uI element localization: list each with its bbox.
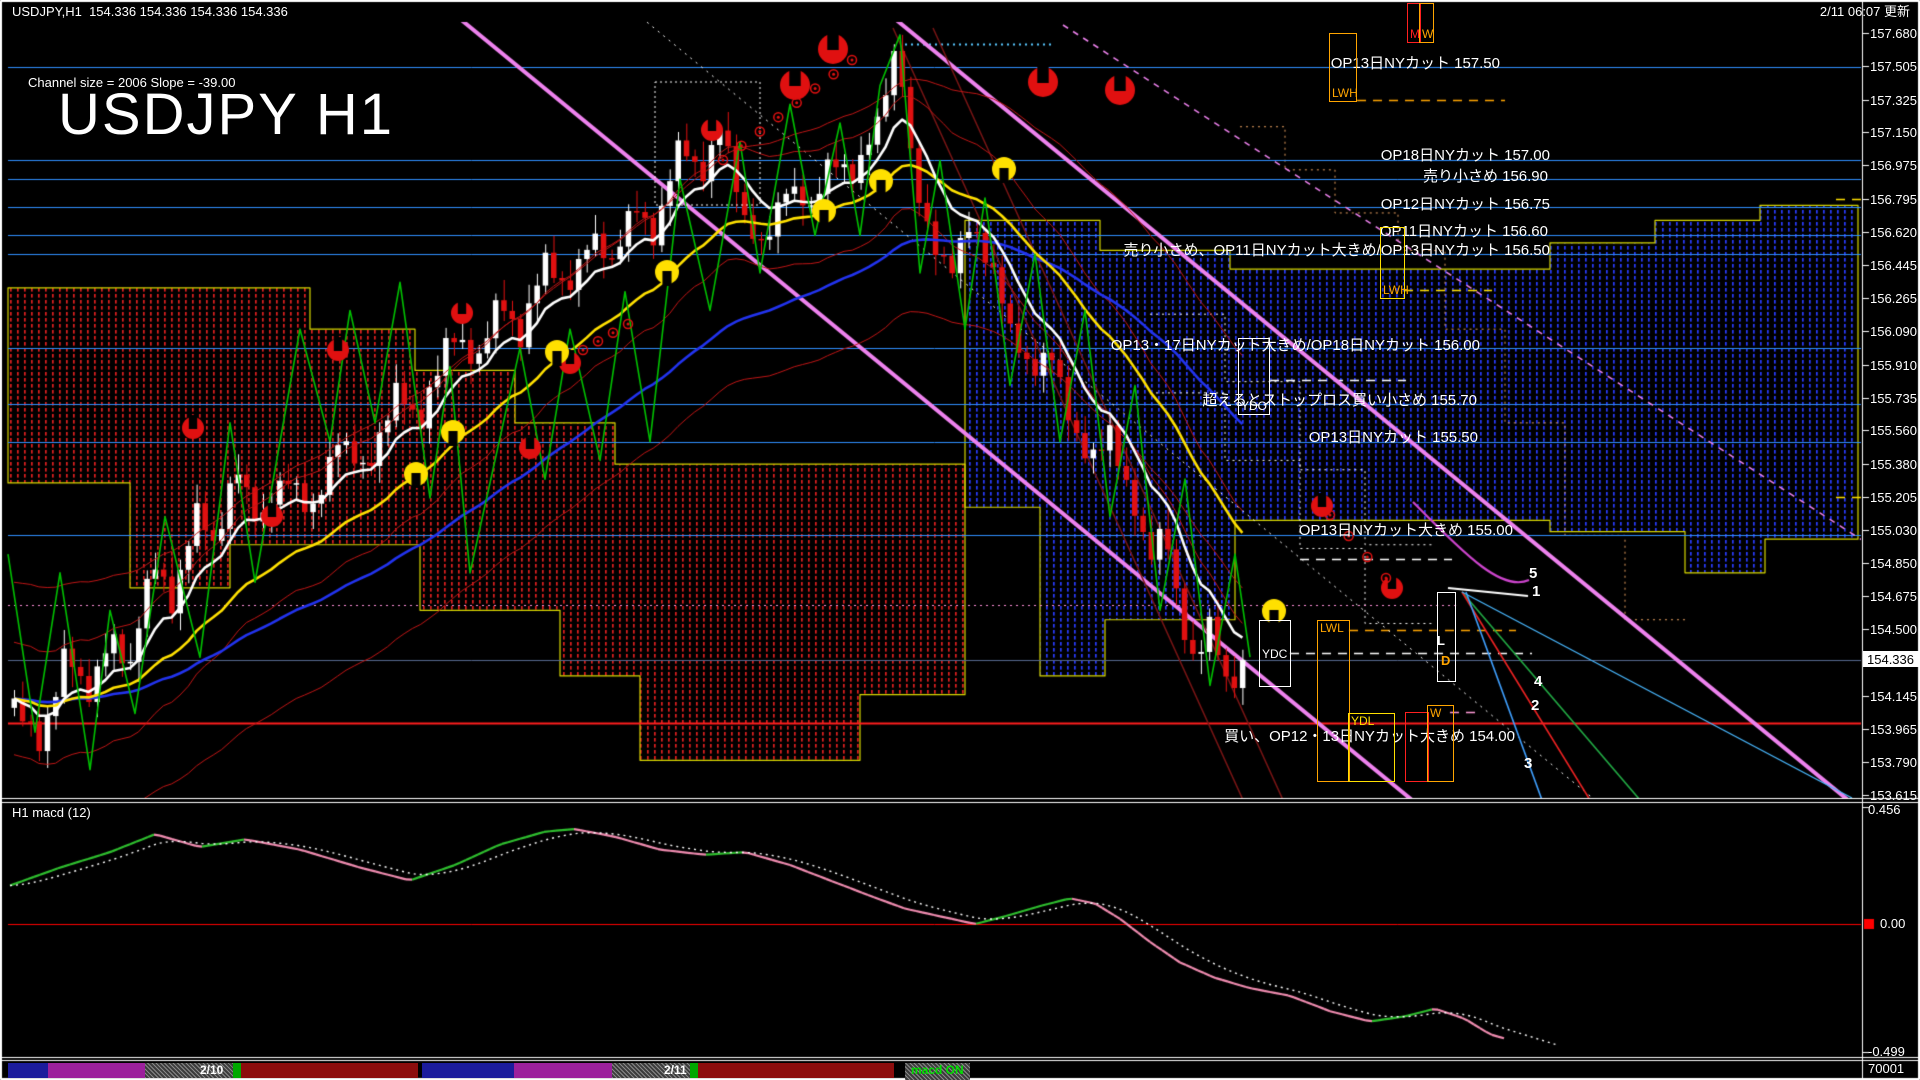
level-annotation: OP11日NYカット 156.60 bbox=[1380, 224, 1548, 239]
price-axis-label: 155.560 bbox=[1870, 424, 1917, 437]
price-axis-label: 154.675 bbox=[1870, 590, 1917, 603]
price-axis-label: 157.325 bbox=[1870, 94, 1917, 107]
session-letter-label: L bbox=[1437, 634, 1445, 647]
price-axis-label: 153.790 bbox=[1870, 756, 1917, 769]
session-range-box: W bbox=[1427, 705, 1454, 782]
session-range-box: LWH bbox=[1380, 227, 1405, 299]
timeline-period-segment bbox=[233, 1063, 241, 1078]
update-timestamp: 2/11 06:07 更新 bbox=[1820, 5, 1910, 18]
level-annotation: OP13日NYカット大きめ 155.00 bbox=[1299, 523, 1513, 538]
price-axis-label: 156.090 bbox=[1870, 325, 1917, 338]
price-axis-label: 156.795 bbox=[1870, 193, 1917, 206]
macd-axis-max: 0.456 bbox=[1868, 803, 1901, 816]
terminal-window: USDJPY,H1 154.336 154.336 154.336 154.33… bbox=[0, 0, 1920, 1080]
timeline-period-segment bbox=[514, 1063, 612, 1078]
timeline-period-segment bbox=[48, 1063, 145, 1078]
session-box-label: YDL bbox=[1351, 715, 1374, 727]
macd-axis-min: -0.499 bbox=[1868, 1045, 1905, 1058]
session-letter-label: D bbox=[1441, 654, 1450, 667]
session-range-box: YDC bbox=[1259, 620, 1291, 687]
macd-indicator-label: H1 macd (12) bbox=[12, 806, 91, 819]
timeline-period-segment bbox=[8, 1063, 48, 1078]
level-annotation: 売り小さめ、OP11日NYカット大きめ/OP13日NYカット 156.50 bbox=[1124, 243, 1551, 258]
price-axis-label: 155.735 bbox=[1870, 392, 1917, 405]
session-range-box: W bbox=[1419, 3, 1434, 43]
session-box-label: LWH bbox=[1383, 284, 1409, 296]
current-price-badge: 154.336 bbox=[1863, 651, 1920, 667]
price-axis-label: 156.445 bbox=[1870, 259, 1917, 272]
projection-number-label: 1 bbox=[1532, 584, 1540, 599]
price-axis-label: 155.205 bbox=[1870, 491, 1917, 504]
projection-number-label: 5 bbox=[1529, 566, 1537, 581]
bar-count-label: 70001 bbox=[1868, 1062, 1904, 1075]
level-annotation: OP13・17日NYカット大きめ/OP18日NYカット 156.00 bbox=[1111, 338, 1480, 353]
price-axis-label: 157.150 bbox=[1870, 126, 1917, 139]
price-axis-label: 155.910 bbox=[1870, 359, 1917, 372]
macd-axis-zero: 0.00 bbox=[1880, 917, 1905, 930]
symbol-ohlc-readout: USDJPY,H1 154.336 154.336 154.336 154.33… bbox=[12, 5, 288, 18]
level-annotation: OP18日NYカット 157.00 bbox=[1381, 148, 1550, 163]
timeline-period-segment bbox=[690, 1063, 698, 1078]
price-axis-label: 156.620 bbox=[1870, 226, 1917, 239]
session-range-box bbox=[1405, 712, 1429, 782]
price-axis-label: 157.680 bbox=[1870, 27, 1917, 40]
level-annotation: OP12日NYカット 156.75 bbox=[1381, 197, 1550, 212]
timeline-period-segment bbox=[241, 1063, 418, 1078]
price-axis-label: 156.975 bbox=[1870, 159, 1917, 172]
level-annotation: 売り小さめ 156.90 bbox=[1423, 169, 1548, 184]
price-axis-label: 156.265 bbox=[1870, 292, 1917, 305]
session-box-label: LWH bbox=[1332, 87, 1358, 99]
chart-canvas[interactable] bbox=[0, 0, 1920, 1080]
level-annotation: OP13日NYカット 155.50 bbox=[1309, 430, 1478, 445]
timeline-date-label: 2/11 bbox=[664, 1064, 687, 1076]
projection-number-label: 2 bbox=[1531, 698, 1539, 713]
session-range-box: YDO bbox=[1238, 338, 1270, 415]
price-axis-label: 154.145 bbox=[1870, 690, 1917, 703]
price-axis-label: 154.850 bbox=[1870, 557, 1917, 570]
price-axis-label: 155.030 bbox=[1870, 524, 1917, 537]
session-box-label: LWL bbox=[1320, 622, 1344, 634]
price-axis-label: 153.965 bbox=[1870, 723, 1917, 736]
session-box-label: W bbox=[1430, 707, 1441, 719]
session-range-box: LWL bbox=[1317, 620, 1350, 782]
timeline-period-segment bbox=[422, 1063, 514, 1078]
timeline-period-segment bbox=[698, 1063, 894, 1078]
macd-toggle-button[interactable]: macd ON bbox=[905, 1063, 970, 1080]
session-box-label: YDO bbox=[1241, 400, 1267, 412]
chart-watermark-title: USDJPY H1 bbox=[58, 86, 394, 144]
price-axis-label: 157.505 bbox=[1870, 60, 1917, 73]
price-axis-label: 154.500 bbox=[1870, 623, 1917, 636]
price-axis-label: 153.615 bbox=[1870, 789, 1917, 802]
projection-number-label: 4 bbox=[1534, 674, 1542, 689]
session-box-label: YDC bbox=[1262, 648, 1287, 660]
timeline-date-label: 2/10 bbox=[200, 1064, 223, 1076]
session-range-box: LWH bbox=[1329, 33, 1357, 102]
price-axis-label: 155.380 bbox=[1870, 458, 1917, 471]
session-range-box: YDL bbox=[1348, 713, 1395, 782]
session-box-label: W bbox=[1422, 28, 1433, 40]
projection-number-label: 3 bbox=[1524, 756, 1532, 771]
